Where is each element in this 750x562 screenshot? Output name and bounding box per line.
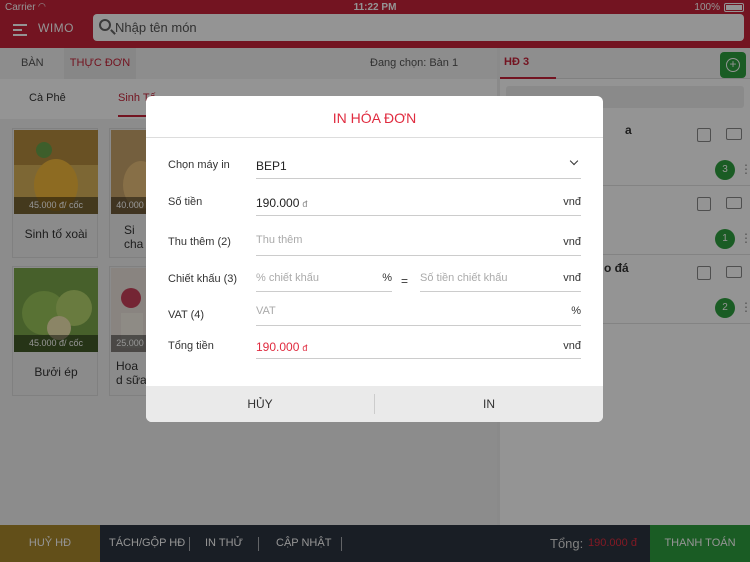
amount-field[interactable]: 190.000 đ vnđ bbox=[256, 188, 581, 216]
amount-label: Số tiền bbox=[168, 196, 203, 208]
total-amount-field: 190.000 đ vnđ bbox=[256, 331, 581, 359]
unit-label: vnđ bbox=[563, 236, 581, 248]
amount-value: 190.000 bbox=[256, 196, 300, 210]
discount-percent-placeholder: % chiết khấu bbox=[256, 272, 319, 284]
vat-label: VAT (4) bbox=[168, 309, 205, 321]
unit-label: vnđ bbox=[563, 196, 581, 208]
dialog-title: IN HÓA ĐƠN bbox=[146, 96, 603, 138]
discount-percent-input[interactable]: % chiết khấu % bbox=[256, 264, 392, 292]
discount-amount-input[interactable]: Số tiền chiết khấu vnđ bbox=[420, 264, 581, 292]
surcharge-row: Thu thêm (2) Thu thêm vnđ bbox=[146, 228, 603, 256]
printer-label: Chọn máy in bbox=[168, 159, 230, 171]
dialog-actions: HỦY IN bbox=[146, 386, 603, 422]
amount-value-wrap: 190.000 đ bbox=[256, 196, 307, 210]
equals-sign: = bbox=[401, 274, 409, 288]
chevron-down-icon bbox=[569, 156, 579, 166]
printer-select[interactable]: BEP1 bbox=[256, 151, 581, 179]
cancel-button[interactable]: HỦY bbox=[146, 386, 374, 422]
discount-label: Chiết khấu (3) bbox=[168, 273, 238, 285]
percent-sign: % bbox=[382, 272, 392, 284]
printer-row: Chọn máy in BEP1 bbox=[146, 151, 603, 179]
unit-label: vnđ bbox=[563, 272, 581, 284]
discount-row: Chiết khấu (3) % chiết khấu % = Số tiền … bbox=[146, 264, 603, 292]
surcharge-label: Thu thêm (2) bbox=[168, 236, 231, 248]
vat-row: VAT (4) VAT % bbox=[146, 298, 603, 326]
print-button[interactable]: IN bbox=[375, 386, 603, 422]
vat-placeholder: VAT bbox=[256, 305, 276, 317]
surcharge-input[interactable]: Thu thêm vnđ bbox=[256, 228, 581, 256]
vat-input[interactable]: VAT % bbox=[256, 298, 581, 326]
print-invoice-dialog: IN HÓA ĐƠN Chọn máy in BEP1 Số tiền 190.… bbox=[146, 96, 603, 422]
total-amount-value: 190.000 bbox=[256, 340, 300, 354]
total-row: Tổng tiền 190.000 đ vnđ bbox=[146, 331, 603, 359]
total-amount-wrap: 190.000 đ bbox=[256, 340, 307, 354]
amount-row: Số tiền 190.000 đ vnđ bbox=[146, 188, 603, 216]
printer-value: BEP1 bbox=[256, 159, 287, 173]
currency-symbol: đ bbox=[302, 199, 308, 209]
currency-symbol: đ bbox=[302, 343, 308, 353]
discount-amount-placeholder: Số tiền chiết khấu bbox=[420, 272, 508, 284]
surcharge-placeholder: Thu thêm bbox=[256, 234, 303, 246]
percent-sign: % bbox=[571, 305, 581, 317]
unit-label: vnđ bbox=[563, 340, 581, 352]
total-amount-label: Tổng tiền bbox=[168, 340, 214, 352]
